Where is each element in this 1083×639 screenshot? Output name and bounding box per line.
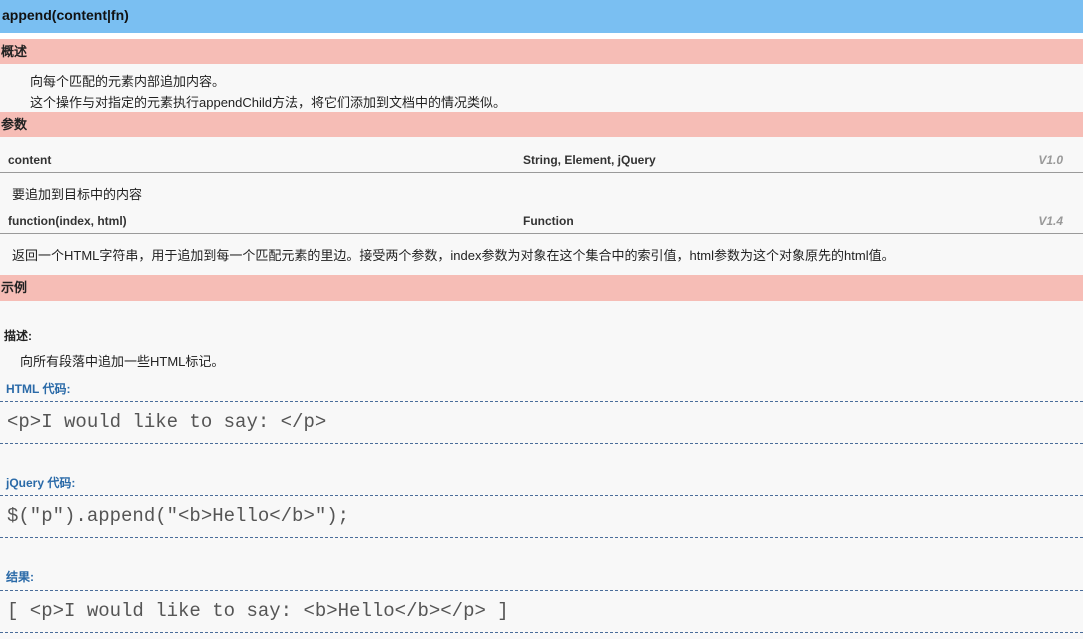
overview-line-1: 向每个匹配的元素内部追加内容。 bbox=[30, 74, 226, 89]
html-code-label: HTML 代码: bbox=[6, 382, 71, 396]
example-desc-label: 描述: bbox=[4, 329, 32, 343]
param-name: content bbox=[8, 153, 52, 167]
param-name: function(index, html) bbox=[8, 214, 127, 228]
example-desc: 向所有段落中追加一些HTML标记。 bbox=[20, 354, 225, 369]
jquery-code-label: jQuery 代码: bbox=[6, 476, 76, 490]
result-label: 结果: bbox=[6, 570, 34, 584]
jquery-code-block: $("p").append("<b>Hello</b>"); bbox=[0, 495, 1083, 538]
param-type: Function bbox=[523, 214, 574, 228]
params-heading: 参数 bbox=[0, 112, 1083, 137]
result-code-block: [ <p>I would like to say: <b>Hello</b></… bbox=[0, 590, 1083, 633]
example-heading: 示例 bbox=[0, 275, 1083, 301]
param-desc-content: 要追加到目标中的内容 bbox=[12, 187, 143, 202]
param-row-content: content String, Element, jQuery V1.0 bbox=[0, 148, 1083, 173]
html-code-block: <p>I would like to say: </p> bbox=[0, 401, 1083, 444]
page-title: append(content|fn) bbox=[2, 7, 129, 23]
overview-line-2: 这个操作与对指定的元素执行appendChild方法，将它们添加到文档中的情况类… bbox=[30, 95, 507, 110]
param-row-function: function(index, html) Function V1.4 bbox=[0, 209, 1083, 234]
param-type: String, Element, jQuery bbox=[523, 153, 656, 167]
header-bar: append(content|fn) bbox=[0, 0, 1083, 33]
overview-heading: 概述 bbox=[0, 39, 1083, 64]
param-version: V1.4 bbox=[1038, 214, 1063, 228]
param-desc-function: 返回一个HTML字符串，用于追加到每一个匹配元素的里边。接受两个参数，index… bbox=[12, 248, 895, 263]
param-version: V1.0 bbox=[1038, 153, 1063, 167]
